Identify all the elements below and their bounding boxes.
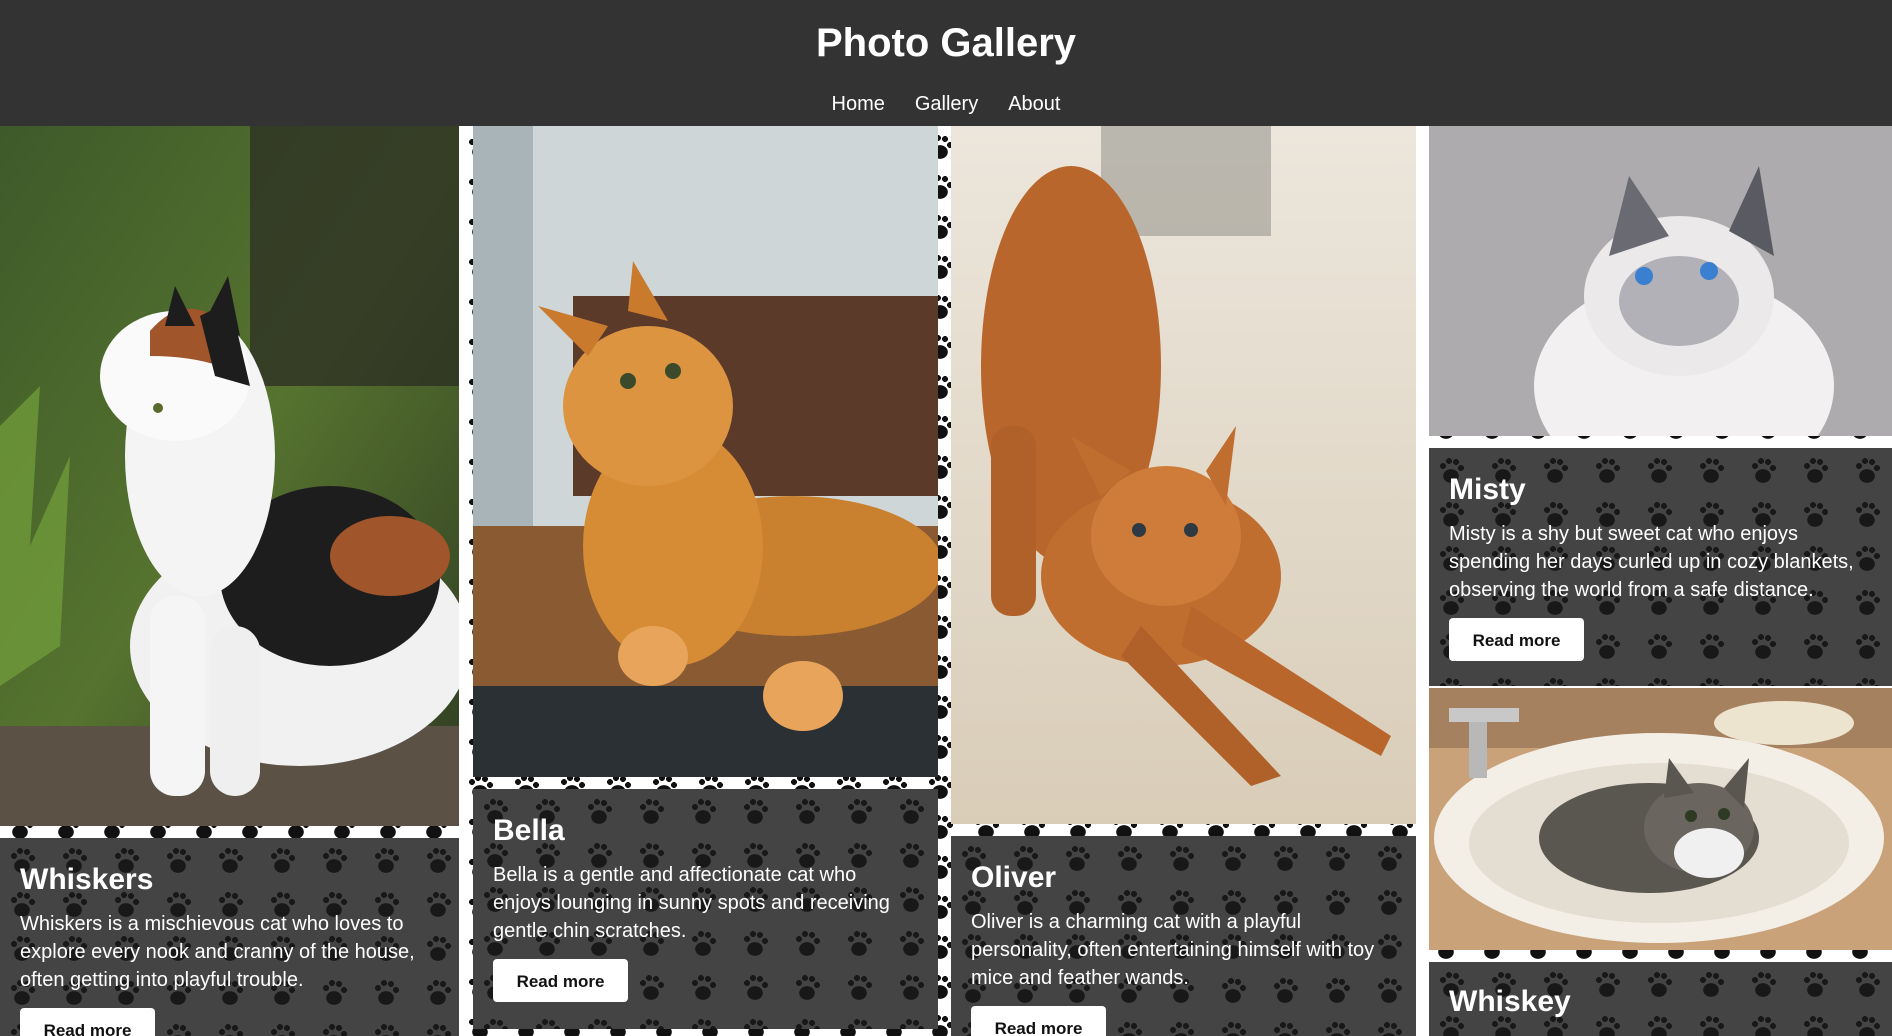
gallery-card-whiskey: Whiskey [1429, 688, 1892, 1036]
card-photo-whiskey[interactable] [1429, 688, 1892, 950]
card-photo-misty[interactable] [1429, 126, 1892, 436]
read-more-button[interactable]: Read more [1449, 618, 1584, 661]
card-caption-whiskers: Whiskers Whiskers is a mischievous cat w… [0, 838, 459, 1036]
read-more-button[interactable]: Read more [493, 959, 628, 1002]
card-caption-oliver: Oliver Oliver is a charming cat with a p… [951, 836, 1416, 1036]
main-nav: Home Gallery About [0, 93, 1892, 116]
card-title: Oliver [971, 861, 1057, 894]
gallery-card-whiskers: Whiskers Whiskers is a mischievous cat w… [0, 126, 459, 1036]
card-title: Whiskey [1449, 985, 1571, 1018]
card-description: Oliver is a charming cat with a playful … [971, 911, 1375, 989]
card-photo-bella[interactable] [473, 126, 938, 777]
card-photo-whiskers[interactable] [0, 126, 459, 826]
card-photo-oliver[interactable] [951, 126, 1416, 824]
card-title: Whiskers [20, 863, 154, 896]
gallery-card-misty: Misty Misty is a shy but sweet cat who e… [1429, 126, 1892, 686]
card-caption-bella: Bella Bella is a gentle and affectionate… [473, 789, 938, 1029]
card-caption-misty: Misty Misty is a shy but sweet cat who e… [1429, 448, 1892, 686]
card-title: Bella [493, 814, 565, 847]
card-description: Whiskers is a mischievous cat who loves … [20, 913, 415, 991]
read-more-button[interactable]: Read more [971, 1006, 1106, 1036]
read-more-button[interactable]: Read more [20, 1008, 155, 1036]
nav-link-home[interactable]: Home [817, 93, 900, 116]
gallery-card-bella: Bella Bella is a gentle and affectionate… [473, 126, 938, 1036]
card-description: Bella is a gentle and affectionate cat w… [493, 864, 890, 942]
card-title: Misty [1449, 473, 1526, 506]
gallery-card-oliver: Oliver Oliver is a charming cat with a p… [951, 126, 1416, 1036]
card-description: Misty is a shy but sweet cat who enjoys … [1449, 523, 1854, 601]
nav-link-gallery[interactable]: Gallery [900, 93, 993, 116]
card-caption-whiskey: Whiskey [1429, 962, 1892, 1036]
site-title: Photo Gallery [815, 21, 1077, 65]
site-header: Photo Gallery Home Gallery About [0, 0, 1892, 126]
gallery-grid: Whiskers Whiskers is a mischievous cat w… [0, 126, 1892, 1036]
nav-link-about[interactable]: About [993, 93, 1075, 116]
